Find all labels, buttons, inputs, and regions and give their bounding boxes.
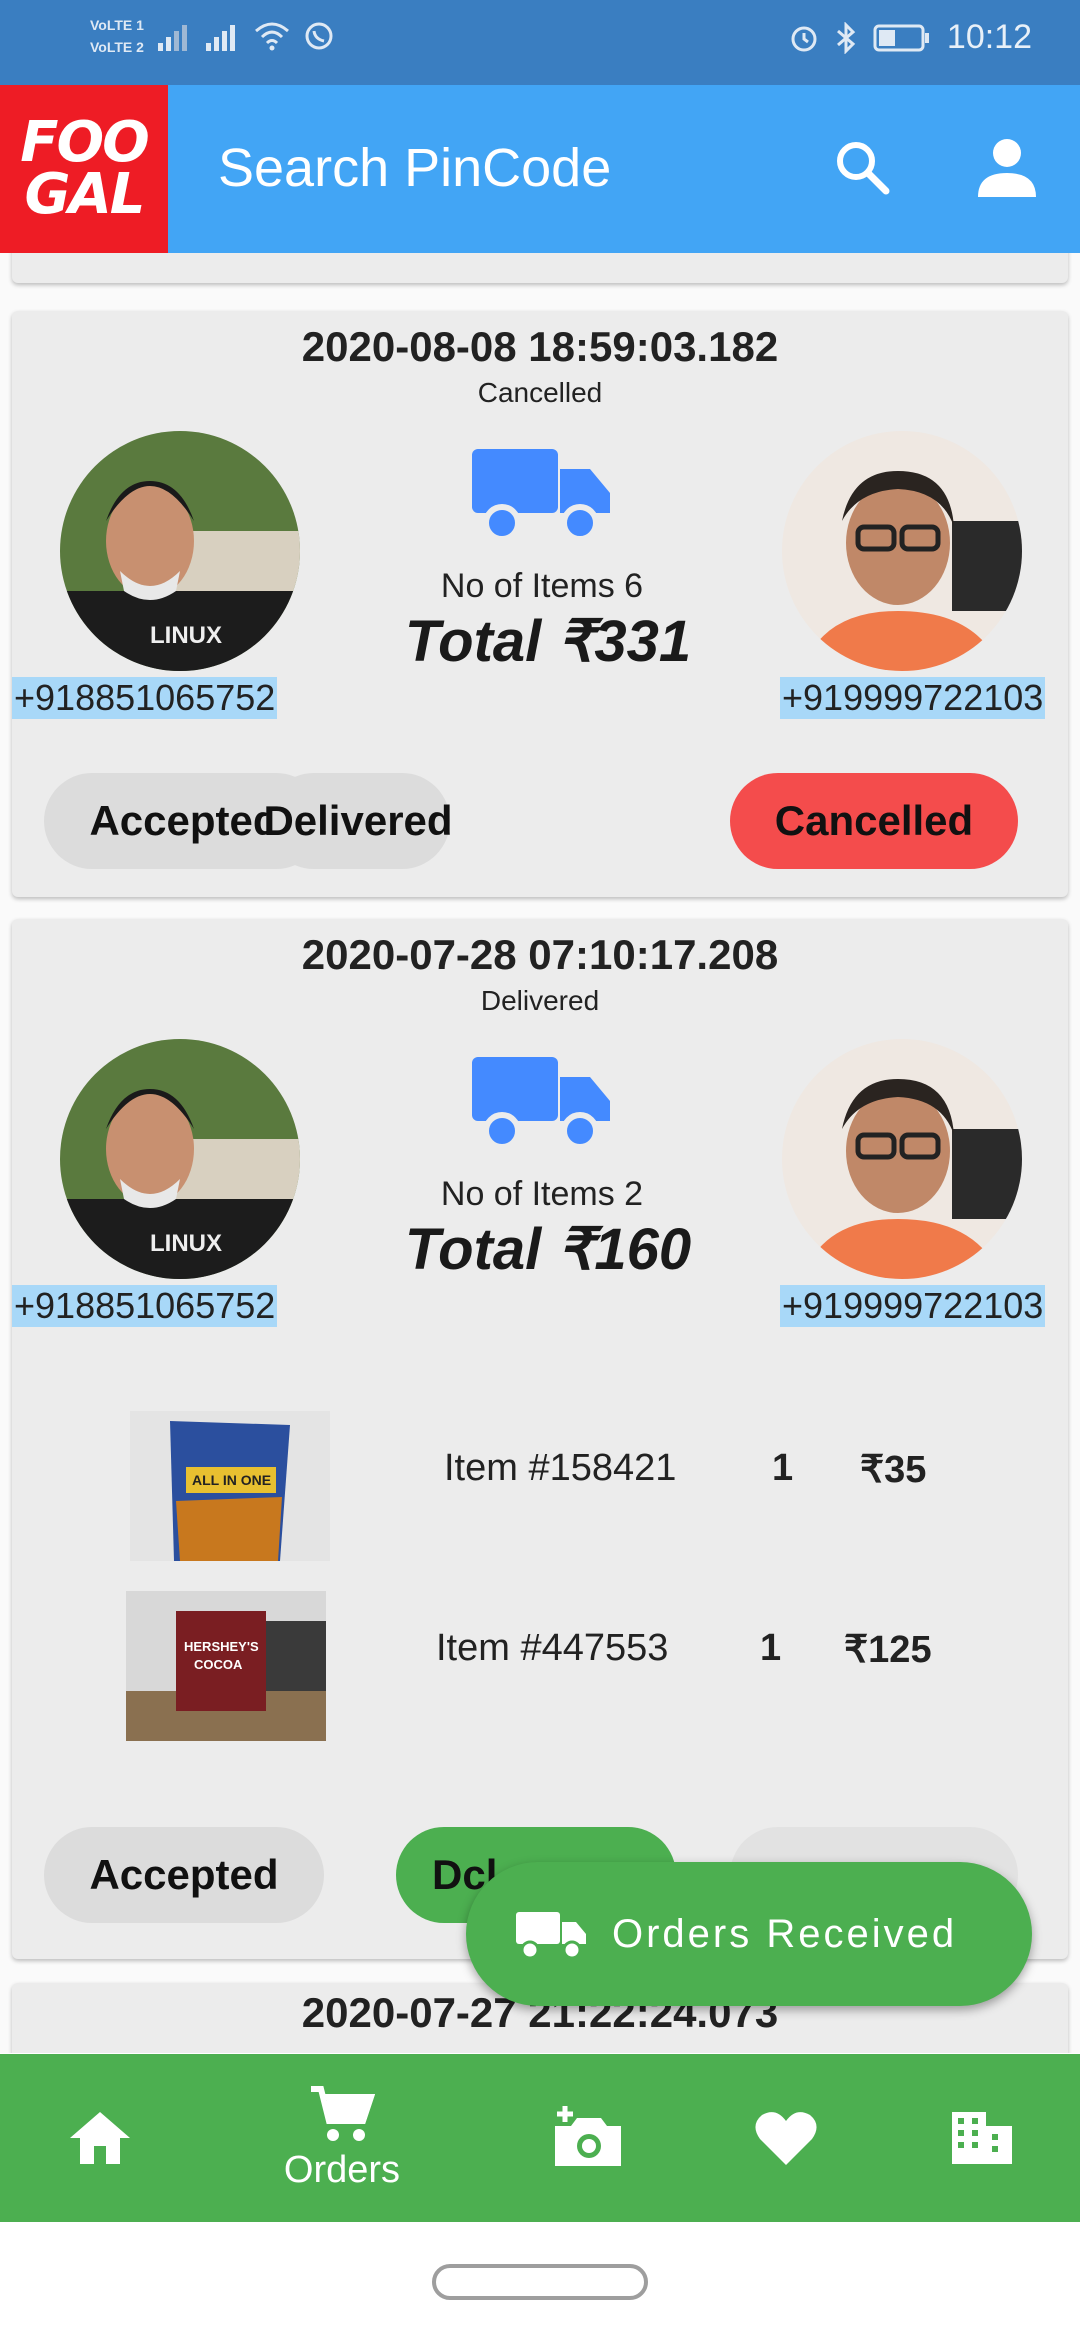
signal-icon: [205, 25, 235, 51]
signal-icon: [157, 25, 187, 51]
items-count: No of Items 2: [440, 1175, 644, 1213]
order-total: Total ₹331: [404, 609, 692, 674]
status-bar: VoLTE 1 VoLTE 2 10:12: [0, 0, 1080, 85]
order-status: Delivered: [480, 985, 600, 1016]
volte-1: VoLTE 1: [90, 17, 144, 33]
seller-avatar[interactable]: LINUX: [60, 431, 300, 671]
wifi-icon: [254, 22, 289, 51]
seller-avatar[interactable]: LINUX: [60, 1039, 300, 1279]
order-total: Total ₹160: [404, 1217, 692, 1282]
orders-received-button[interactable]: Orders Received: [466, 1862, 1032, 2006]
buyer-phone[interactable]: +919999722103: [780, 1285, 1046, 1327]
item-label: Item #447553: [436, 1627, 669, 1669]
nav-orders-label: Orders: [283, 2148, 401, 2191]
building-icon: [952, 2112, 1012, 2164]
items-count: No of Items 6: [440, 567, 644, 605]
truck-icon: [472, 1057, 610, 1150]
orders-list[interactable]: 2020-08-08 18:59:03.182 Cancelled LINUX …: [0, 253, 1080, 2053]
item-price: ₹35: [860, 1449, 927, 1491]
heart-icon: [755, 2112, 817, 2165]
buyer-avatar[interactable]: [782, 431, 1022, 671]
item-image: HERSHEY'S COCOA: [126, 1591, 326, 1741]
item-price: ₹125: [844, 1629, 932, 1671]
bluetooth-icon: [836, 21, 856, 54]
volte-indicators: VoLTE 1 VoLTE 2: [90, 14, 144, 58]
nav-home[interactable]: [0, 2054, 200, 2222]
order-card[interactable]: 2020-08-08 18:59:03.182 Cancelled LINUX …: [12, 311, 1068, 897]
nav-add-photo[interactable]: [488, 2054, 688, 2222]
delivered-label: Delivered: [263, 797, 453, 844]
item-label: Item #158421: [444, 1447, 677, 1489]
buyer-phone[interactable]: +919999722103: [780, 677, 1046, 719]
cancelled-button[interactable]: Cancelled: [730, 773, 1018, 869]
home-icon: [70, 2112, 130, 2164]
add-photo-icon: [555, 2106, 621, 2166]
svg-text:ALL IN ONE: ALL IN ONE: [192, 1472, 271, 1488]
svg-text:LINUX: LINUX: [150, 622, 222, 649]
foogal-logo[interactable]: FOO GAL: [0, 85, 168, 253]
delivered-button[interactable]: Delivered: [263, 773, 453, 869]
orders-received-label: Orders Received: [612, 1911, 958, 1956]
order-datetime: 2020-07-28 07:10:17.208: [301, 931, 779, 978]
logo-line-2: GAL: [24, 162, 146, 227]
order-datetime: 2020-08-08 18:59:03.182: [301, 323, 779, 370]
bottom-nav: Orders: [0, 2054, 1080, 2222]
order-card[interactable]: 2020-07-28 07:10:17.208 Delivered LINUX …: [12, 919, 1068, 1959]
item-image: ALL IN ONE: [130, 1411, 330, 1561]
svg-text:HERSHEY'S: HERSHEY'S: [184, 1639, 259, 1654]
truck-icon: [516, 1912, 586, 1960]
battery-icon: [873, 24, 929, 51]
alarm-icon: [791, 26, 817, 51]
nav-orders[interactable]: Orders: [242, 2054, 442, 2222]
seller-phone[interactable]: +918851065752: [12, 1285, 278, 1327]
accepted-button[interactable]: Accepted: [44, 1827, 324, 1923]
svg-text:LINUX: LINUX: [150, 1230, 222, 1257]
system-nav-bar: [0, 2222, 1080, 2340]
search-pincode-title[interactable]: Search PinCode: [218, 137, 611, 199]
clock: 10:12: [946, 18, 1032, 56]
svg-text:COCOA: COCOA: [194, 1657, 243, 1672]
order-status: Cancelled: [477, 377, 603, 408]
order-card-previous: [12, 253, 1068, 283]
whatsapp-icon: [305, 22, 333, 50]
nav-favorites[interactable]: [686, 2054, 886, 2222]
cart-icon: [311, 2085, 375, 2141]
item-qty: 1: [760, 1627, 782, 1669]
home-gesture-handle[interactable]: [432, 2264, 648, 2300]
person-icon[interactable]: [974, 135, 1040, 201]
volte-2: VoLTE 2: [90, 39, 144, 55]
item-qty: 1: [772, 1447, 794, 1489]
app-bar: FOO GAL Search PinCode: [0, 85, 1080, 253]
truck-icon: [472, 449, 610, 542]
status-right: 10:12: [789, 18, 1032, 57]
seller-phone[interactable]: +918851065752: [12, 677, 278, 719]
nav-business[interactable]: [882, 2054, 1080, 2222]
buyer-avatar[interactable]: [782, 1039, 1022, 1279]
search-icon[interactable]: [832, 137, 892, 197]
status-left: VoLTE 1 VoLTE 2: [90, 14, 334, 58]
